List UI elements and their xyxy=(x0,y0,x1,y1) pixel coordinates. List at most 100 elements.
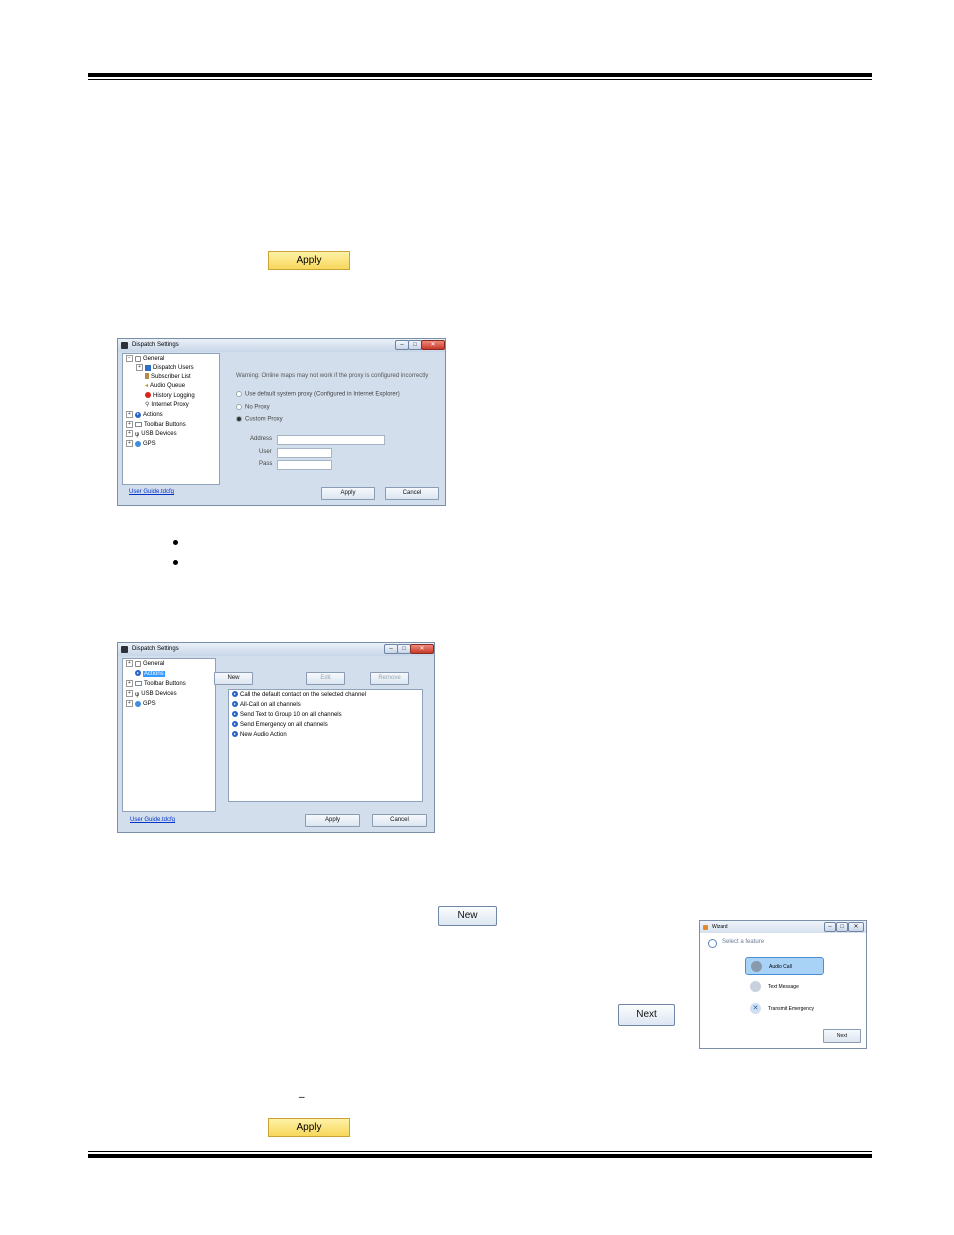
tree-label: General xyxy=(143,356,165,363)
radio-icon[interactable] xyxy=(236,404,242,410)
wizard-step-icon xyxy=(708,939,717,948)
expand-icon[interactable]: + xyxy=(126,690,133,697)
tree-label: USB Devices xyxy=(141,431,177,438)
minimize-button[interactable]: – xyxy=(824,922,836,932)
close-button[interactable]: ✕ xyxy=(421,340,445,350)
bullet-1 xyxy=(173,540,178,545)
record-icon xyxy=(145,392,151,399)
tree-label: General xyxy=(143,661,165,668)
user-label: User xyxy=(259,449,272,455)
action-label: New Audio Action xyxy=(240,732,287,738)
tree-item-general[interactable]: + General xyxy=(126,660,164,669)
new-action-button[interactable]: New xyxy=(214,672,253,685)
remove-action-button[interactable]: Remove xyxy=(370,672,409,685)
expand-icon[interactable]: + xyxy=(126,440,133,447)
action-label: Send Text to Group 10 on all channels xyxy=(240,712,342,718)
usb-icon: ψ xyxy=(135,691,140,698)
speaker-icon: ◂ xyxy=(145,383,149,390)
list-item[interactable]: Send Text to Group 10 on all channels xyxy=(232,710,342,720)
address-field[interactable] xyxy=(277,435,385,445)
wizard-dialog: Wizard – □ ✕ Select a feature Audio Call… xyxy=(699,920,867,1049)
tree-item-gps[interactable]: + GPS xyxy=(126,700,156,709)
user-guide-link[interactable]: User Guide.tdcfg xyxy=(129,489,174,495)
tree-item-toolbar-buttons[interactable]: + Toolbar Buttons xyxy=(126,421,186,430)
expand-icon[interactable]: + xyxy=(126,700,133,707)
expand-icon[interactable]: + xyxy=(126,680,133,687)
actions-list: Call the default contact on the selected… xyxy=(228,689,423,802)
option-label: Use default system proxy (Configured in … xyxy=(245,391,400,398)
dialog-cancel-button[interactable]: Cancel xyxy=(385,487,439,500)
tree-label: Actions xyxy=(143,412,163,419)
minimize-button[interactable]: – xyxy=(395,340,409,350)
tree-item-actions[interactable]: + Actions xyxy=(126,411,163,420)
tree-label: USB Devices xyxy=(141,691,177,698)
tree-item-history-logging[interactable]: History Logging xyxy=(145,392,195,401)
tree-item-general[interactable]: − General xyxy=(126,355,164,364)
maximize-button[interactable]: □ xyxy=(408,340,422,350)
tree-item-subscriber-list[interactable]: Subscriber List xyxy=(145,373,191,382)
expand-icon[interactable]: + xyxy=(126,411,133,418)
tree-item-usb-devices[interactable]: + ψ USB Devices xyxy=(126,430,177,439)
app-icon xyxy=(121,342,128,349)
list-item[interactable]: New Audio Action xyxy=(232,730,287,740)
list-item[interactable]: Send Emergency on all channels xyxy=(232,720,328,730)
maximize-button[interactable]: □ xyxy=(397,644,411,654)
wizard-app-icon xyxy=(703,925,708,930)
list-icon xyxy=(145,373,149,380)
maximize-button[interactable]: □ xyxy=(836,922,848,932)
feature-transmit-emergency[interactable]: ✕ Transmit Emergency xyxy=(745,1000,824,1018)
tree-label: Dispatch Users xyxy=(153,365,194,372)
tree-label: GPS xyxy=(143,441,156,448)
dialog-apply-button[interactable]: Apply xyxy=(305,814,360,827)
microphone-icon xyxy=(751,961,762,972)
expand-icon[interactable]: + xyxy=(126,430,133,437)
footer-rule-thin xyxy=(88,1151,872,1152)
radio-icon[interactable] xyxy=(236,391,242,397)
new-button[interactable]: New xyxy=(438,906,497,926)
wizard-next-button[interactable]: Next xyxy=(823,1029,861,1043)
option-no-proxy[interactable]: No Proxy xyxy=(236,404,270,411)
tree-label: Toolbar Buttons xyxy=(144,681,186,688)
feature-audio-call[interactable]: Audio Call xyxy=(745,957,824,975)
close-button[interactable]: ✕ xyxy=(410,644,434,654)
header-rule xyxy=(88,73,872,77)
radio-icon[interactable] xyxy=(236,416,242,422)
user-guide-link[interactable]: User Guide.tdcfg xyxy=(130,817,175,823)
option-default-proxy[interactable]: Use default system proxy (Configured in … xyxy=(236,391,400,398)
expand-icon[interactable]: + xyxy=(126,421,133,428)
tree-item-actions[interactable]: Actions xyxy=(135,670,165,679)
user-field[interactable] xyxy=(277,448,332,458)
actions-settings-dialog: Dispatch Settings – □ ✕ + General Actions… xyxy=(117,642,435,833)
apply-button-bottom[interactable]: Apply xyxy=(268,1118,350,1137)
tree-item-usb-devices[interactable]: + ψ USB Devices xyxy=(126,690,177,699)
list-item[interactable]: All-Call on all channels xyxy=(232,700,301,710)
dialog-cancel-button[interactable]: Cancel xyxy=(372,814,427,827)
pass-field[interactable] xyxy=(277,460,332,470)
toolbar-icon xyxy=(135,422,142,427)
settings-icon xyxy=(135,355,141,362)
usb-icon: ψ xyxy=(135,431,140,438)
tree-item-internet-proxy[interactable]: ⚲ Internet Proxy xyxy=(145,401,189,410)
expand-icon[interactable]: + xyxy=(136,364,143,371)
dialog-apply-button[interactable]: Apply xyxy=(321,487,375,500)
close-button[interactable]: ✕ xyxy=(848,922,864,932)
feature-text-message[interactable]: Text Message xyxy=(745,978,824,996)
feature-label: Transmit Emergency xyxy=(768,1006,814,1012)
minimize-button[interactable]: – xyxy=(384,644,398,654)
tree-item-audio-queue[interactable]: ◂ Audio Queue xyxy=(145,382,185,391)
next-button[interactable]: Next xyxy=(618,1004,675,1026)
expand-icon[interactable]: + xyxy=(126,660,133,667)
globe-icon xyxy=(135,700,141,707)
edit-action-button[interactable]: Edit xyxy=(306,672,345,685)
settings-icon xyxy=(135,660,141,667)
action-label: Send Emergency on all channels xyxy=(240,722,328,728)
dialog-title: Dispatch Settings xyxy=(132,646,179,652)
apply-button-top[interactable]: Apply xyxy=(268,251,350,270)
collapse-icon[interactable]: − xyxy=(126,355,133,362)
option-custom-proxy[interactable]: Custom Proxy xyxy=(236,416,283,423)
list-item[interactable]: Call the default contact on the selected… xyxy=(232,690,366,700)
tree-item-toolbar-buttons[interactable]: + Toolbar Buttons xyxy=(126,680,186,689)
tree-item-dispatch-users[interactable]: + Dispatch Users xyxy=(136,364,194,373)
tree-item-gps[interactable]: + GPS xyxy=(126,440,156,449)
tree-label: GPS xyxy=(143,701,156,708)
